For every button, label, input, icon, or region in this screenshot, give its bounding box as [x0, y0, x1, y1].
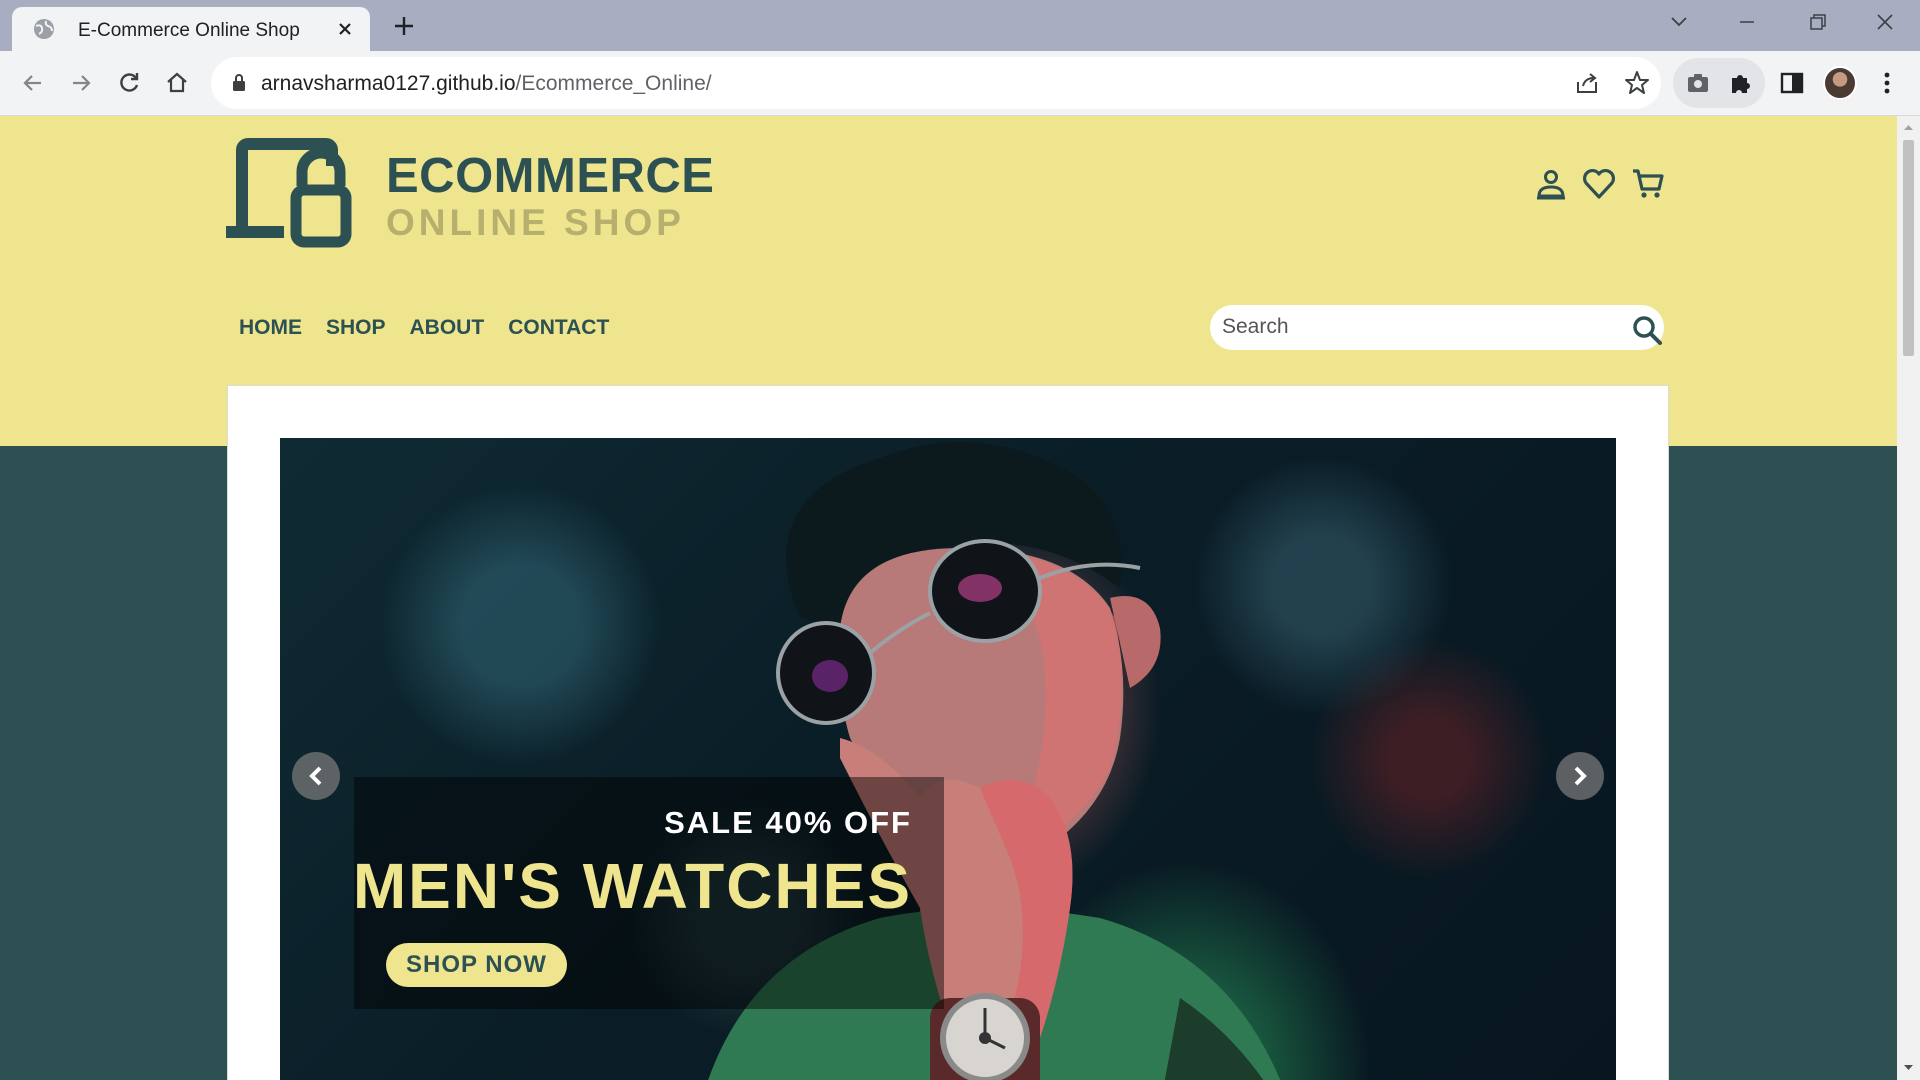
- carousel-prev-button[interactable]: [292, 752, 340, 800]
- chevron-right-icon: [1574, 766, 1587, 786]
- home-icon[interactable]: [163, 69, 191, 97]
- search-box: [1210, 305, 1664, 350]
- lock-icon[interactable]: [231, 73, 247, 93]
- page-scrollbar[interactable]: [1897, 116, 1920, 1080]
- tab-title: E-Commerce Online Shop: [78, 20, 300, 41]
- user-icon[interactable]: [1533, 166, 1569, 202]
- hero-slide: SALE 40% OFF MEN'S WATCHES SHOP NOW: [280, 438, 1616, 1080]
- close-icon[interactable]: [335, 19, 355, 39]
- chevron-down-icon[interactable]: [1664, 10, 1694, 34]
- extensions-pill: [1673, 58, 1765, 108]
- cart-icon[interactable]: [1630, 166, 1666, 202]
- browser-toolbar: arnavsharma0127.github.io/Ecommerce_Onli…: [0, 51, 1920, 116]
- menu-dots-icon[interactable]: [1873, 69, 1901, 97]
- nav-about[interactable]: ABOUT: [410, 316, 485, 340]
- minimize-icon[interactable]: [1732, 10, 1762, 34]
- brand-name: ECOMMERCE: [386, 149, 715, 203]
- address-bar[interactable]: arnavsharma0127.github.io/Ecommerce_Onli…: [211, 57, 1661, 109]
- forward-icon[interactable]: [67, 69, 95, 97]
- carousel-next-button[interactable]: [1556, 752, 1604, 800]
- scroll-thumb[interactable]: [1903, 140, 1914, 356]
- browser-tabstrip: E-Commerce Online Shop: [0, 0, 1920, 51]
- nav-contact[interactable]: CONTACT: [508, 316, 609, 340]
- nav-home[interactable]: HOME: [239, 316, 302, 340]
- shop-now-button[interactable]: SHOP NOW: [386, 943, 567, 987]
- heart-icon[interactable]: [1581, 166, 1617, 202]
- puzzle-icon[interactable]: [1727, 69, 1755, 97]
- url-text: arnavsharma0127.github.io/Ecommerce_Onli…: [261, 72, 712, 96]
- sale-text: SALE 40% OFF: [664, 805, 912, 840]
- reload-icon[interactable]: [115, 69, 143, 97]
- search-input[interactable]: [1222, 313, 1602, 341]
- hero-card: SALE 40% OFF MEN'S WATCHES SHOP NOW: [227, 385, 1669, 1080]
- restore-icon[interactable]: [1802, 10, 1832, 34]
- share-icon[interactable]: [1574, 70, 1600, 96]
- url-domain: arnavsharma0127.github.io: [261, 72, 516, 95]
- plus-icon[interactable]: [392, 14, 416, 38]
- globe-favicon-icon: [34, 19, 54, 39]
- main-nav: HOME SHOP ABOUT CONTACT: [239, 316, 609, 340]
- hero-caption: SALE 40% OFF MEN'S WATCHES SHOP NOW: [352, 777, 944, 1009]
- logo-laptop-lock-icon[interactable]: [226, 138, 374, 250]
- chevron-left-icon: [309, 766, 322, 786]
- side-panel-icon[interactable]: [1778, 69, 1806, 97]
- star-icon[interactable]: [1623, 69, 1651, 97]
- brand-tagline: ONLINE SHOP: [386, 202, 685, 243]
- browser-tab[interactable]: E-Commerce Online Shop: [12, 7, 370, 51]
- page-viewport: ECOMMERCE ONLINE SHOP HOME SHOP ABOUT CO…: [0, 116, 1897, 1080]
- avatar[interactable]: [1823, 66, 1857, 100]
- scroll-down-icon[interactable]: [1903, 1064, 1914, 1072]
- nav-shop[interactable]: SHOP: [326, 316, 386, 340]
- search-icon[interactable]: [1630, 313, 1664, 347]
- close-window-icon[interactable]: [1870, 10, 1900, 34]
- scroll-up-icon[interactable]: [1903, 123, 1914, 131]
- back-icon[interactable]: [19, 69, 47, 97]
- extension-icon[interactable]: [1685, 70, 1711, 96]
- url-path: /Ecommerce_Online/: [515, 72, 712, 95]
- hero-headline: MEN'S WATCHES: [352, 850, 912, 922]
